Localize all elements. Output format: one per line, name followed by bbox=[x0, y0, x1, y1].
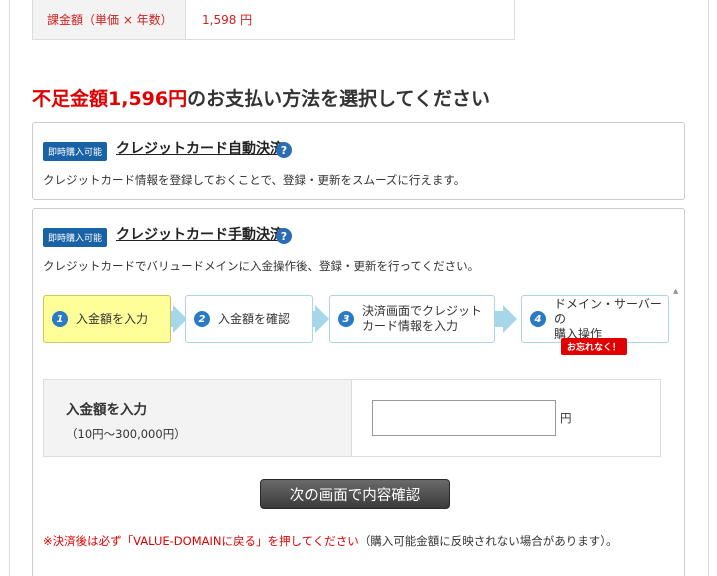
step-4: 4 ドメイン・サーバーの 購入操作 bbox=[521, 295, 669, 343]
notice-warning: ※決済後は必ず「VALUE-DOMAINに戻る」を押してください bbox=[43, 534, 359, 548]
confirm-button[interactable]: 次の画面で内容確認 bbox=[260, 479, 450, 509]
step-arrow-icon bbox=[315, 305, 329, 333]
notice-note: （購入可能金額に反映されない場合があります）。 bbox=[358, 534, 618, 548]
fee-label: 課金額（単価 × 年数） bbox=[33, 0, 186, 39]
credit-manual-link[interactable]: クレジットカード手動決済 bbox=[116, 224, 284, 244]
step-number: 4 bbox=[530, 311, 546, 327]
help-icon[interactable]: ? bbox=[276, 142, 292, 158]
fee-table: 課金額（単価 × 年数） 1,598 円 bbox=[32, 0, 515, 40]
instant-badge: 即時購入可能 bbox=[43, 142, 108, 161]
credit-auto-link[interactable]: クレジットカード自動決済 bbox=[116, 138, 284, 158]
shortfall-amount: 不足金額1,596円 bbox=[32, 88, 188, 110]
reminder-badge: お忘れなく！ bbox=[561, 338, 628, 355]
payment-steps: 1 入金額を入力 2 入金額を確認 3 決済画面でクレジット カード情報を入力 … bbox=[43, 289, 683, 369]
page-title: 不足金額1,596円のお支払い方法を選択してください bbox=[32, 84, 490, 111]
step-1: 1 入金額を入力 bbox=[43, 295, 171, 343]
step-number: 2 bbox=[194, 311, 210, 327]
step-label: 入金額を確認 bbox=[218, 311, 291, 326]
option-description: クレジットカード情報を登録しておくことで、登録・更新をスムーズに行えます。 bbox=[43, 173, 466, 187]
step-number: 3 bbox=[338, 311, 354, 327]
deposit-amount-input[interactable] bbox=[372, 400, 556, 436]
step-label: ドメイン・サーバーの 購入操作 bbox=[554, 296, 662, 341]
option-description: クレジットカードでバリュードメインに入金操作後、登録・更新を行ってください。 bbox=[43, 259, 480, 273]
step-3: 3 決済画面でクレジット カード情報を入力 bbox=[329, 295, 495, 343]
instant-badge: 即時購入可能 bbox=[43, 228, 108, 247]
input-label-cell: 入金額を入力 （10円〜300,000円） bbox=[44, 380, 352, 456]
option-credit-auto: 即時購入可能 クレジットカード自動決済 ? クレジットカード情報を登録しておくこ… bbox=[32, 122, 685, 200]
step-2: 2 入金額を確認 bbox=[185, 295, 313, 343]
yen-unit: 円 bbox=[560, 411, 572, 425]
step-label: 決済画面でクレジット カード情報を入力 bbox=[362, 304, 483, 333]
step-arrow-icon bbox=[503, 305, 517, 333]
input-label: 入金額を入力 bbox=[66, 402, 147, 418]
input-value-cell: 円 bbox=[352, 380, 660, 456]
deposit-input-table: 入金額を入力 （10円〜300,000円） 円 bbox=[43, 379, 661, 457]
input-range: （10円〜300,000円） bbox=[66, 427, 186, 441]
fee-value: 1,598 円 bbox=[202, 13, 253, 27]
step-label: 入金額を入力 bbox=[76, 311, 149, 326]
notice-text: ※決済後は必ず「VALUE-DOMAINに戻る」を押してください（購入可能金額に… bbox=[43, 533, 618, 549]
heading-rest: のお支払い方法を選択してください bbox=[187, 88, 490, 110]
help-icon[interactable]: ? bbox=[276, 228, 292, 244]
option-credit-manual: 即時購入可能 クレジットカード手動決済 ? クレジットカードでバリュードメインに… bbox=[32, 208, 685, 576]
step-number: 1 bbox=[52, 311, 68, 327]
